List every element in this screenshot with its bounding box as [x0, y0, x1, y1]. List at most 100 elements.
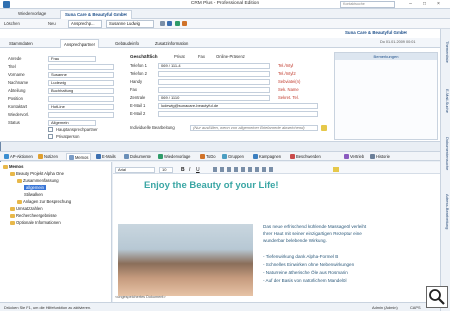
contact-type-combo[interactable]: Ansprechp... [68, 20, 102, 28]
header-fax[interactable]: Fax [198, 54, 205, 59]
action-zentrale[interactable]: Sekret. Tel. [278, 95, 299, 100]
tab-wiedervorlage[interactable]: Wiedervorlage [14, 10, 50, 19]
phone-icon[interactable] [174, 21, 180, 26]
memo-paragraph-3: wunderbar belebende Wirkung. [263, 238, 327, 243]
field-kontaktart[interactable]: HotLine [48, 104, 114, 110]
field-anrede[interactable]: Frau [48, 56, 96, 62]
header-online[interactable]: Online-Präsenz [216, 54, 245, 59]
checkbox-privatperson[interactable] [48, 134, 53, 139]
module-historie[interactable]: Historie [370, 153, 390, 161]
align-icons[interactable] [213, 167, 273, 172]
field-titel[interactable] [48, 64, 114, 70]
field-telefon2[interactable] [158, 71, 270, 77]
field-abteilung[interactable]: Buchhaltung [48, 88, 114, 94]
maximize-button[interactable]: □ [419, 0, 430, 9]
tab-ansprechpartner[interactable]: Ansprechpartner [60, 39, 99, 48]
minimize-button[interactable]: – [405, 0, 416, 9]
tree-item-umsatzzahlen[interactable]: Umsatzzahlen [10, 206, 43, 211]
field-email2[interactable] [158, 111, 318, 117]
module-kampagnen[interactable]: Kampagnen [253, 153, 281, 161]
field-zentrale[interactable]: 069 / 1110 [158, 95, 270, 101]
tree-item-anlagen[interactable]: Anlagen zur Besprechung [17, 199, 71, 204]
module-memos[interactable]: Memos [66, 153, 92, 161]
italic-icon[interactable]: I [189, 167, 190, 173]
field-wiedervorl[interactable] [48, 112, 114, 118]
tree-item-optionale[interactable]: Optionale Informationen [10, 220, 61, 225]
field-nachname[interactable]: Ludewig [48, 80, 114, 86]
close-button[interactable]: × [433, 0, 444, 9]
font-select[interactable]: Arial [115, 167, 155, 173]
module-emails[interactable]: E-Mails [96, 153, 116, 161]
delete-button[interactable]: Löschen [4, 20, 20, 28]
tree-item-zusammenfassung[interactable]: Zusammenfassung [17, 178, 59, 183]
tree-item-stilwalken[interactable]: Stilwalken [24, 192, 43, 197]
bold-icon[interactable]: B [181, 167, 185, 173]
magnifier-button[interactable] [426, 286, 448, 308]
module-wiedervorlage[interactable]: Wiedervorlage [158, 153, 190, 161]
remarks-title[interactable]: Bemerkungen [335, 53, 437, 60]
sidebar-item-themenliste[interactable]: Themenliste [443, 41, 450, 63]
underline-icon[interactable]: U [196, 167, 200, 173]
tree-item-memos[interactable]: Memos [3, 164, 23, 169]
module-gruppen[interactable]: Gruppen [222, 153, 244, 161]
module-beschwerden[interactable]: Beschwerden [290, 153, 321, 161]
sidebar-item-adress-bearbeitung[interactable]: Adress-Bearbeitung [443, 194, 450, 229]
module-vertrieb[interactable]: Vertrieb [344, 153, 364, 161]
folder-icon [10, 220, 15, 225]
app-logo-icon [3, 1, 10, 8]
label-kontaktart: Kontaktart [8, 104, 28, 109]
action-fax[interactable]: Sek. Name [278, 87, 299, 92]
vertrieb-icon [344, 154, 349, 159]
label-telefon1: Telefon 1 [130, 63, 147, 68]
contact-search-input[interactable]: Kontaktsuche [340, 1, 395, 8]
field-status[interactable]: Allgemein [48, 120, 96, 126]
editor-canvas[interactable]: Enjoy the Beauty of your Life! Das neue … [113, 174, 440, 296]
tree-item-beauty-projekt[interactable]: Beauty Projekt Alpha One [10, 171, 64, 176]
folder-icon [3, 164, 8, 169]
toolbar-icons [160, 21, 220, 27]
tree-item-recherche[interactable]: Rechercheergebnisse [10, 213, 57, 218]
emails-icon [96, 154, 101, 159]
header-privat[interactable]: Privat [174, 54, 185, 59]
module-todo[interactable]: ToDo [200, 153, 216, 161]
sidebar-item-email-suche[interactable]: E-Mail-Suche [443, 89, 450, 113]
field-email1[interactable]: ludewig@sunacare-beautyful.de [158, 103, 318, 109]
field-position[interactable] [48, 96, 114, 102]
sidebar-item-dokumentensuche[interactable]: Dokumentensuche [443, 137, 450, 170]
field-individuelle-bearbeitung[interactable]: (Nur ausfüllen, wenn von allgemeiner Bri… [190, 125, 318, 131]
tab-zusatzinformation[interactable]: Zusatzinformation [152, 39, 191, 48]
mail-icon[interactable] [167, 21, 173, 26]
contact-person-combo[interactable]: Susanne Ludwig [106, 20, 154, 28]
field-vorname[interactable]: Susanne [48, 72, 114, 78]
header-geschaeftlich[interactable]: Geschäftlich [130, 54, 158, 59]
print-icon[interactable] [160, 21, 165, 26]
tree-label: Rechercheergebnisse [16, 213, 57, 218]
memo-bullet-4: - Auf der Basis von natürlichem Mandelöl [263, 278, 347, 283]
field-fax[interactable] [158, 87, 270, 93]
action-telefon1[interactable]: Tel./Intyl [278, 63, 293, 68]
confirm-icon[interactable] [321, 125, 327, 131]
tree-label: Stilwalken [24, 192, 43, 197]
massage-photo [118, 224, 253, 296]
field-telefon1[interactable]: 069 / 111-4 [158, 63, 270, 69]
module-dokumente[interactable]: Dokumente [124, 153, 151, 161]
color-icon[interactable] [333, 167, 339, 172]
label-wiedervorl: Wiedervorl. [8, 112, 30, 117]
tab-gebaeudeinfo[interactable]: Gebäudeinfo [112, 39, 142, 48]
module-notizen[interactable]: Notizen [38, 153, 58, 161]
tab-company[interactable]: Suna Care & Beautyful GmbH [60, 10, 132, 19]
size-select[interactable]: 10 [159, 167, 173, 173]
checkbox-hauptansprechpartner[interactable] [48, 127, 53, 132]
tab-stammdaten[interactable]: Stammdaten [6, 39, 36, 48]
module-ap-aktionen[interactable]: AP-Aktionen [4, 153, 33, 161]
label-privatperson: Privatperson [56, 134, 80, 139]
field-handy[interactable] [158, 79, 270, 85]
tree-label: Umsatzzahlen [16, 206, 43, 211]
tree-item-allgemein[interactable]: allgemein [24, 185, 46, 190]
new-button[interactable]: Neu [48, 20, 56, 28]
action-telefon2[interactable]: Tel./Intyl2 [278, 71, 296, 76]
action-handy[interactable]: Sebviatei(n) [278, 79, 300, 84]
folder-icon [17, 199, 22, 204]
detail-tabs: Stammdaten Ansprechpartner Gebäudeinfo Z… [0, 38, 440, 48]
help-icon[interactable] [181, 21, 187, 26]
